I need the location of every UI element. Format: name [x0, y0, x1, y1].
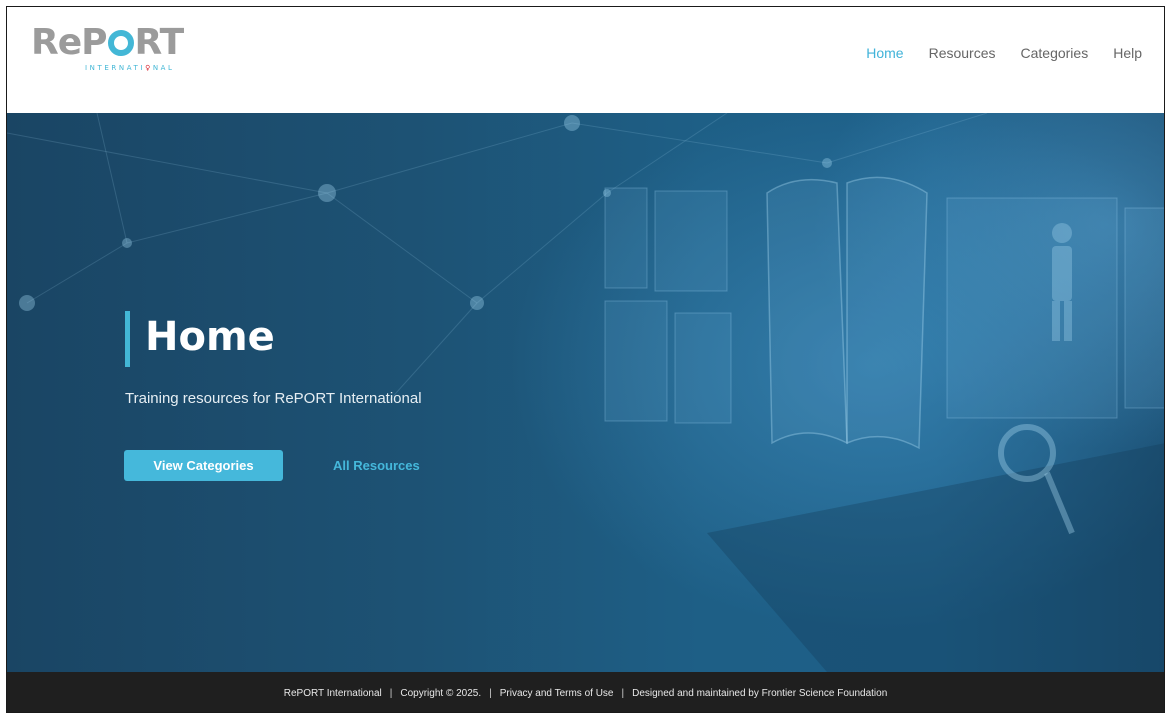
ribbon-icon: ♀ [145, 64, 153, 72]
title-accent-bar [125, 311, 130, 367]
nav-categories[interactable]: Categories [1021, 45, 1089, 61]
logo-subtitle: INTERNATI♀NAL [85, 64, 175, 72]
site-footer: RePORT International | Copyright © 2025.… [7, 672, 1164, 712]
hero-banner: Home Training resources for RePORT Inter… [7, 113, 1164, 672]
browser-frame: ReP RT INTERNATI♀NAL Home Resources Categ… [6, 6, 1165, 713]
all-resources-link[interactable]: All Resources [333, 458, 420, 473]
report-logo[interactable]: ReP RT INTERNATI♀NAL [31, 23, 201, 83]
nav-home[interactable]: Home [866, 45, 903, 61]
logo-text-left: ReP [31, 22, 108, 63]
main-nav: Home Resources Categories Help [866, 45, 1142, 61]
footer-maintained: Designed and maintained by Frontier Scie… [632, 687, 888, 699]
nav-resources[interactable]: Resources [929, 45, 996, 61]
view-categories-button[interactable]: View Categories [124, 450, 283, 481]
logo-o-icon [107, 30, 134, 56]
hero-subtitle: Training resources for RePORT Internatio… [125, 390, 422, 407]
footer-separator: | [489, 687, 492, 699]
site-header: ReP RT INTERNATI♀NAL Home Resources Categ… [7, 7, 1164, 113]
page-title: Home [145, 314, 275, 360]
logo-wordmark: ReP RT [31, 22, 185, 63]
logo-sub-left: INTERNATI [85, 64, 146, 72]
footer-separator: | [621, 687, 625, 699]
logo-text-right: RT [134, 22, 185, 63]
logo-sub-right: NAL [152, 64, 175, 72]
privacy-terms-link[interactable]: Privacy and Terms of Use [500, 688, 614, 699]
nav-help[interactable]: Help [1113, 45, 1142, 61]
footer-separator: | [389, 687, 393, 699]
footer-copyright: Copyright © 2025. [400, 687, 482, 699]
footer-org: RePORT International [283, 687, 382, 699]
